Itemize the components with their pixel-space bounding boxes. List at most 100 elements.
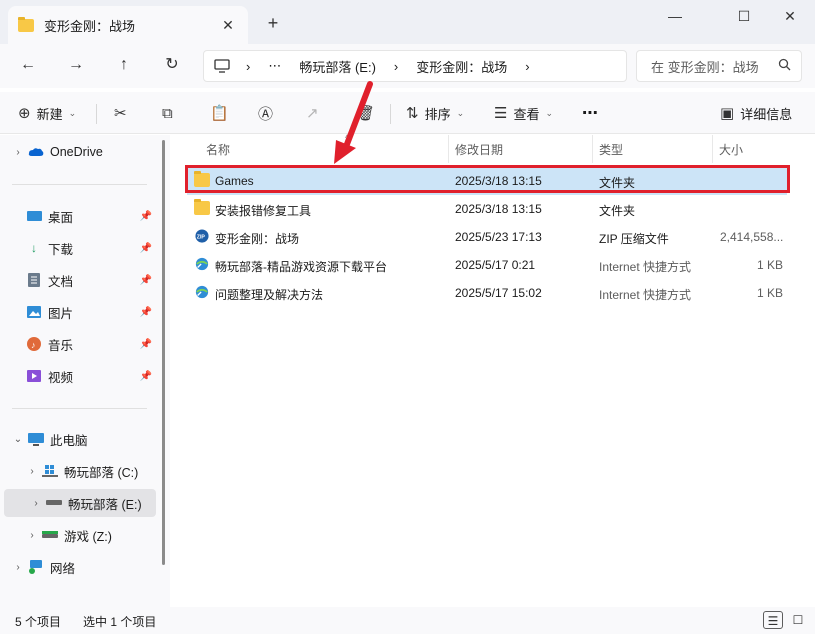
sidebar-item-network[interactable]: › 网络 (0, 553, 160, 581)
sort-label: 排序 (424, 106, 451, 122)
file-row[interactable]: ZIP 变形金刚：战场 2025/5/23 17:13 ZIP 压缩文件 2,4… (187, 223, 787, 251)
file-size: 2,414,558... (720, 230, 784, 244)
cut-button[interactable]: ✂ (114, 102, 133, 124)
sidebar-item-this-pc[interactable]: ⌄ 此电脑 (0, 425, 160, 453)
sidebar-scrollbar[interactable] (162, 140, 165, 565)
maximize-button[interactable]: ☐ (721, 6, 767, 28)
plus-circle-icon: ⊕ (18, 105, 31, 122)
column-header-label: 类型 (599, 142, 624, 157)
details-view-button[interactable]: ☰ (763, 611, 783, 629)
video-icon (26, 369, 42, 383)
close-window-button[interactable]: ✕ (767, 6, 813, 28)
toolbar-divider (390, 104, 391, 124)
pin-icon[interactable]: 📌 (140, 243, 152, 254)
column-header-modified[interactable]: 修改日期 (449, 135, 593, 163)
sidebar-item-downloads[interactable]: ↓ 下载 📌 (0, 234, 160, 262)
sidebar-divider (12, 184, 147, 185)
details-label: 详细信息 (740, 106, 793, 122)
copy-button[interactable]: ⧉ (162, 102, 179, 124)
tiles-view-button[interactable]: ☐ (788, 611, 808, 629)
sidebar-item-label: 网络 (50, 561, 76, 576)
chevron-right-icon[interactable]: › (8, 562, 28, 573)
sidebar-item-label: 下载 (48, 242, 74, 257)
folder-icon (194, 199, 210, 215)
column-header-label: 大小 (719, 142, 744, 157)
pin-icon[interactable]: 📌 (140, 211, 152, 222)
sort-button[interactable]: ⇅ 排序 ⌄ (406, 102, 464, 124)
copy-icon: ⧉ (162, 104, 173, 122)
sidebar-item-desktop[interactable]: 桌面 📌 (0, 202, 160, 230)
address-bar[interactable]: › ⋯ 畅玩部落 (E:) › 变形金刚：战场 › (203, 50, 627, 82)
folder-icon (18, 16, 34, 32)
sidebar-divider (12, 408, 147, 409)
breadcrumb-overflow[interactable]: ⋯ (268, 58, 281, 74)
sidebar-item-music[interactable]: ♪ 音乐 📌 (0, 330, 160, 358)
sidebar-item-videos[interactable]: 视频 📌 (0, 362, 160, 390)
chevron-down-icon[interactable]: ⌄ (8, 434, 28, 445)
breadcrumb-folder[interactable]: 变形金刚：战场 (416, 57, 507, 76)
file-row[interactable]: 问题整理及解决方法 2025/5/17 15:02 Internet 快捷方式 … (187, 279, 787, 307)
column-header-size[interactable]: 大小 (713, 135, 793, 163)
pin-icon[interactable]: 📌 (140, 371, 152, 382)
file-row[interactable]: 安装报错修复工具 2025/3/18 13:15 文件夹 (187, 195, 787, 223)
internet-shortcut-icon (195, 285, 209, 299)
pin-icon[interactable]: 📌 (140, 275, 152, 286)
back-button[interactable]: ← (14, 54, 42, 76)
file-modified: 2025/3/18 13:15 (455, 202, 542, 216)
download-icon: ↓ (31, 241, 37, 255)
search-input[interactable]: 在 变形金刚：战场 (636, 50, 802, 82)
sidebar-item-documents[interactable]: 文档 📌 (0, 266, 160, 294)
tab-current-folder[interactable]: 变形金刚：战场 ✕ (8, 6, 248, 44)
refresh-button[interactable]: ↻ (158, 54, 186, 76)
sidebar-item-drive-e[interactable]: › 畅玩部落 (E:) (4, 489, 156, 517)
chevron-down-icon: ⌄ (545, 107, 554, 118)
view-button[interactable]: ☰ 查看 ⌄ (494, 102, 553, 124)
chevron-right-icon[interactable]: › (8, 147, 28, 158)
sort-icon: ⇅ (406, 105, 419, 122)
breadcrumb-separator: › (246, 58, 251, 74)
up-button[interactable]: ↑ (110, 54, 138, 76)
file-row[interactable]: 畅玩部落-精品游戏资源下载平台 2025/5/17 0:21 Internet … (187, 251, 787, 279)
details-button[interactable]: ▣ 详细信息 (720, 102, 792, 124)
view-icon: ☰ (494, 105, 508, 122)
rename-button[interactable]: Ⓐ (258, 102, 279, 124)
new-tab-button[interactable]: + (262, 12, 284, 34)
column-header-name[interactable]: 名称 ^ (200, 133, 449, 163)
pin-icon[interactable]: 📌 (140, 339, 152, 350)
desktop-icon (26, 209, 42, 223)
minimize-button[interactable]: — (652, 6, 698, 28)
more-options-button[interactable]: ⋯ (582, 102, 598, 124)
close-tab-icon[interactable]: ✕ (218, 17, 238, 34)
chevron-right-icon[interactable]: › (22, 530, 42, 541)
title-bar: 变形金刚：战场 ✕ + — ☐ ✕ (0, 0, 815, 44)
toolbar-divider (96, 104, 97, 124)
sidebar-item-drive-z[interactable]: › 游戏 (Z:) (0, 521, 160, 549)
svg-text:♪: ♪ (31, 340, 36, 350)
file-type: Internet 快捷方式 (599, 260, 692, 274)
column-header-type[interactable]: 类型 (593, 135, 713, 163)
pictures-icon (26, 305, 42, 319)
view-label: 查看 (513, 106, 540, 122)
sidebar-item-pictures[interactable]: 图片 📌 (0, 298, 160, 326)
file-list: 名称 ^ 修改日期 类型 大小 Games 2025/3/18 13:15 文件… (175, 133, 815, 607)
breadcrumb-separator: › (393, 58, 399, 74)
chevron-right-icon[interactable]: › (26, 498, 46, 509)
new-button[interactable]: ⊕ 新建 ⌄ (18, 102, 76, 124)
file-type: Internet 快捷方式 (599, 288, 692, 302)
status-bar: 5 个项目 选中 1 个项目 ☰ ☐ (0, 607, 815, 634)
file-size: 1 KB (757, 258, 784, 272)
sidebar-item-onedrive[interactable]: › OneDrive (0, 138, 160, 166)
pin-icon[interactable]: 📌 (140, 307, 152, 318)
share-button[interactable]: ↗ (306, 102, 325, 124)
file-name: 问题整理及解决方法 (215, 288, 324, 302)
breadcrumb-drive[interactable]: 畅玩部落 (E:) (299, 57, 376, 76)
sidebar-item-label: 畅玩部落 (C:) (64, 465, 139, 480)
details-pane-icon: ▣ (720, 105, 735, 122)
sidebar-item-drive-c[interactable]: › 畅玩部落 (C:) (0, 457, 160, 485)
file-name: 畅玩部落-精品游戏资源下载平台 (215, 260, 387, 274)
paste-button[interactable]: 📋 (210, 102, 235, 124)
music-icon: ♪ (26, 337, 42, 351)
forward-button[interactable]: → (62, 54, 90, 76)
annotation-arrow (334, 81, 373, 164)
chevron-right-icon[interactable]: › (22, 466, 42, 477)
